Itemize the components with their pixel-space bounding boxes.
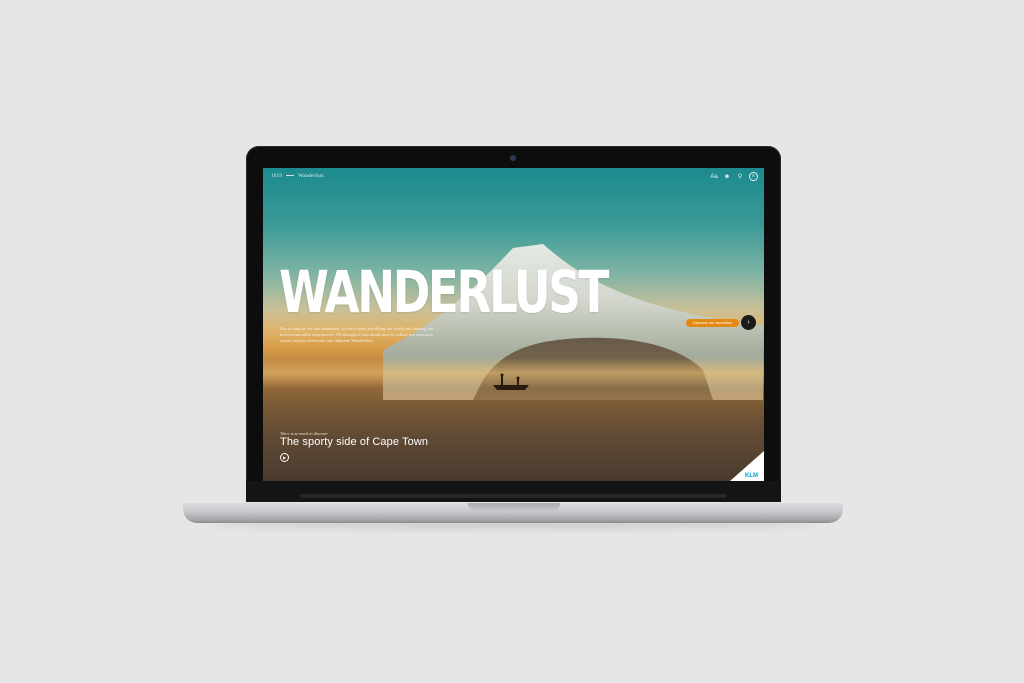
- nav-icon-group: Aa ☻ ⚲ ≡: [710, 172, 758, 181]
- boat-silhouette: [493, 373, 529, 390]
- laptop-hinge: [300, 494, 727, 498]
- story-title[interactable]: The sporty side of Cape Town: [280, 436, 428, 448]
- discover-button[interactable]: Discover our favourites: [686, 318, 739, 327]
- font-size-icon[interactable]: Aa: [710, 173, 718, 181]
- klm-logo[interactable]: KLM: [730, 451, 764, 481]
- menu-circle-icon[interactable]: ≡: [749, 172, 758, 181]
- website-screen: 1919 Wanderlust Aa ☻ ⚲ ≡ WANDERLUST For a…: [263, 168, 764, 481]
- breadcrumb-divider: [286, 175, 295, 177]
- section-link[interactable]: Wanderlust: [298, 174, 324, 179]
- brand-link[interactable]: 1919: [271, 174, 282, 179]
- search-icon[interactable]: ⚲: [736, 173, 744, 181]
- breadcrumb: 1919 Wanderlust: [271, 174, 324, 179]
- laptop-bezel: [246, 481, 781, 502]
- hero-headline: WANDERLUST: [279, 258, 609, 326]
- laptop-notch: [468, 503, 560, 511]
- hero-intro: For as long as we can remember, we have …: [280, 326, 434, 343]
- play-icon[interactable]: ▶: [280, 453, 289, 462]
- next-arrow-icon[interactable]: ›: [741, 315, 756, 330]
- cta-group: Discover our favourites ›: [686, 315, 756, 330]
- top-navigation: 1919 Wanderlust Aa ☻ ⚲ ≡: [263, 168, 764, 186]
- camera-icon: [510, 155, 516, 161]
- user-icon[interactable]: ☻: [723, 173, 731, 181]
- klm-logo-text: KLM: [745, 473, 758, 479]
